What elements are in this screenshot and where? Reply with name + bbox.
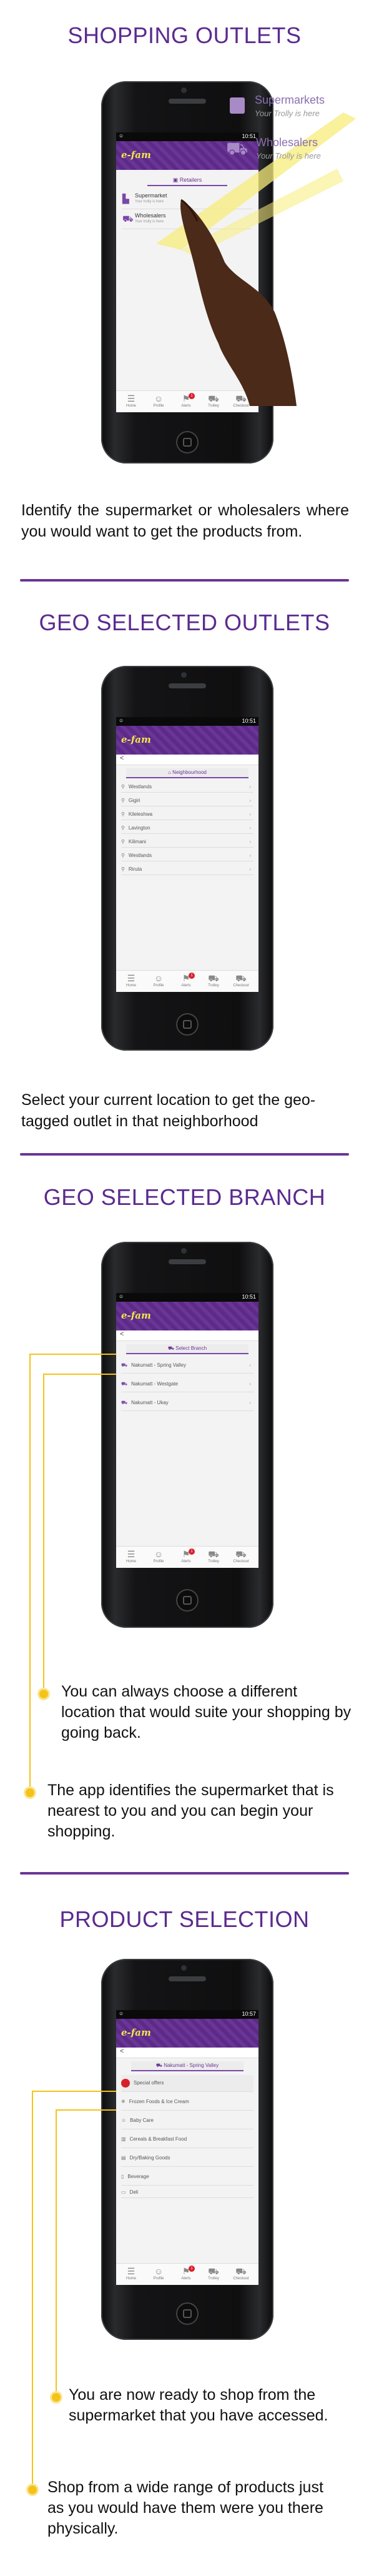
app-logo: e-fam	[121, 149, 151, 161]
tab-profile[interactable]: ☺ Profile	[146, 393, 171, 408]
app-header: e-fam	[116, 726, 258, 755]
chevron-right-icon: ›	[249, 839, 251, 845]
neighbourhood-header: ⌂ Neighbourhood	[126, 768, 248, 778]
bullet-dot	[39, 1690, 48, 1698]
home-button	[176, 431, 199, 453]
camera	[181, 672, 187, 678]
connector-lines	[32, 2091, 116, 2490]
tab-home[interactable]: ☰ Home	[119, 393, 144, 408]
bullet-text: Shop from a wide range of products just …	[47, 2479, 323, 2537]
chevron-right-icon: ›	[249, 811, 251, 817]
trolley-icon: ⛟	[122, 214, 134, 224]
location-pin-icon: ⚲	[121, 798, 125, 803]
chevron-right-icon: ›	[249, 784, 251, 790]
app-screen: ☺ 10:51 e-fam < ⌂ Neighbourhood ⚲ Westland…	[116, 717, 258, 992]
bullet-dot	[52, 2393, 61, 2402]
tab-home[interactable]: ☰ Home	[119, 973, 144, 988]
section-description: Identify the supermarket or wholesalers …	[21, 502, 349, 540]
tab-alerts[interactable]: ⚑ Alerts 1	[174, 973, 199, 988]
camera	[181, 1965, 187, 1971]
location-item[interactable]: ⚲ Lavington ›	[121, 823, 253, 834]
chevron-right-icon: ›	[249, 825, 251, 831]
speaker	[169, 1259, 206, 1264]
bullet-dot	[26, 1788, 34, 1797]
section-divider	[20, 1872, 349, 1875]
chevron-right-icon: ›	[249, 853, 251, 858]
section-title-shopping-outlets: SHOPPING OUTLETS	[67, 22, 302, 48]
bag-icon: ▙	[122, 194, 129, 204]
speaker	[169, 1976, 206, 1981]
status-bar: ☺ 10:51	[116, 717, 258, 726]
speaker	[169, 683, 206, 688]
back-button[interactable]: <	[116, 755, 258, 765]
bottom-tab-bar: ☰ Home ☺ Profile ⚑ Alerts 1 ⛟ Trolley ⛟ Checko…	[116, 970, 258, 992]
chevron-right-icon: ›	[249, 866, 251, 872]
tab-checkout[interactable]: ⛟ Checkout	[229, 973, 253, 988]
trolley-icon: ⛟	[226, 139, 248, 158]
section-title-product-selection: PRODUCT SELECTION	[59, 1906, 310, 1932]
location-item[interactable]: ⚲ Kilimani ›	[121, 837, 253, 848]
section-title-geo-branch: GEO SELECTED BRANCH	[43, 1184, 326, 1210]
location-pin-icon: ⚲	[121, 866, 125, 872]
notification-badge: 1	[189, 973, 195, 979]
pointing-hand-image	[180, 199, 297, 406]
section-divider	[20, 1153, 349, 1156]
tab-profile[interactable]: ☺ Profile	[146, 973, 171, 988]
section-title-geo-outlets: GEO SELECTED OUTLETS	[39, 610, 330, 635]
location-pin-icon: ⚲	[121, 784, 125, 790]
location-pin-icon: ⚲	[121, 853, 125, 858]
camera	[181, 1248, 187, 1254]
location-pin-icon: ⚲	[121, 811, 125, 817]
location-pin-icon: ⚲	[121, 839, 125, 845]
location-item[interactable]: ⚲ Westlands ›	[121, 851, 253, 861]
location-item[interactable]: ⚲ Westlands ›	[121, 782, 253, 793]
home-button	[176, 1013, 199, 1036]
tab-trolley[interactable]: ⛟ Trolley	[201, 973, 226, 988]
bullet-text: You are now ready to shop from the super…	[69, 2386, 328, 2424]
section-description: Select your current location to get the …	[21, 1091, 316, 1130]
bullet-text: The app identifies the supermarket that …	[47, 1781, 334, 1840]
chevron-right-icon: ›	[249, 798, 251, 803]
app-logo: e-fam	[121, 734, 151, 745]
bag-icon	[230, 97, 245, 114]
phone-mockup: ☺ 10:51 e-fam < ⌂ Neighbourhood ⚲ Westland…	[101, 666, 273, 1051]
bullet-text: You can always choose a different locati…	[61, 1683, 352, 1741]
location-item[interactable]: ⚲ Kileleshwa ›	[121, 810, 253, 820]
camera	[181, 87, 187, 93]
location-item[interactable]: ⚲ Riruta ›	[121, 864, 253, 875]
location-pin-icon: ⚲	[121, 825, 125, 831]
status-bar: ☺ 10:57	[116, 2010, 258, 2019]
location-item[interactable]: ⚲ Gigiri ›	[121, 796, 253, 806]
bullet-dot	[28, 2485, 37, 2494]
section-divider	[20, 579, 349, 582]
